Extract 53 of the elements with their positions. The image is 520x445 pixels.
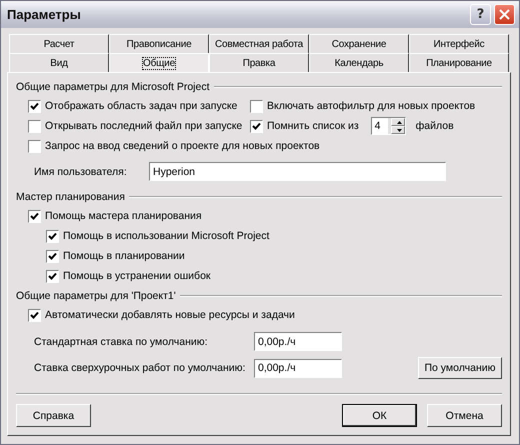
spin-field[interactable]: 4 bbox=[370, 117, 406, 135]
checkbox[interactable] bbox=[28, 100, 41, 112]
spin-up-button[interactable] bbox=[391, 118, 405, 126]
checkbox[interactable] bbox=[28, 120, 41, 132]
checkbox-label[interactable]: Запрос на ввод сведений о проекте для новых проектов bbox=[45, 140, 320, 152]
checkbox[interactable] bbox=[28, 308, 41, 322]
spin-down-button[interactable] bbox=[391, 126, 405, 134]
tab[interactable]: Расчет bbox=[9, 34, 109, 53]
tab[interactable]: Совместная работа bbox=[209, 34, 309, 53]
ok-button[interactable]: ОК bbox=[342, 404, 417, 427]
checkbox-label[interactable]: Отображать область задач при запуске bbox=[45, 100, 238, 112]
checkbox-label[interactable]: Помощь в планировании bbox=[63, 250, 185, 262]
checkbox[interactable] bbox=[28, 140, 41, 152]
checkbox[interactable] bbox=[46, 230, 59, 242]
tab[interactable]: Планирование bbox=[409, 53, 509, 72]
tab[interactable]: Календарь bbox=[309, 53, 409, 72]
help-button[interactable]: ? bbox=[470, 4, 491, 25]
tab[interactable]: Сохранение bbox=[309, 34, 409, 53]
section-title: Мастер планирования bbox=[16, 191, 125, 203]
checkbox-label[interactable]: Помощь в использовании Microsoft Project bbox=[63, 230, 270, 242]
close-icon bbox=[499, 9, 510, 20]
rate-field[interactable]: 0,00р./ч bbox=[254, 358, 342, 378]
checkbox-label[interactable]: Помощь мастера планирования bbox=[45, 210, 202, 222]
spin-suffix: файлов bbox=[416, 120, 454, 132]
default-button[interactable]: По умолчанию bbox=[418, 357, 502, 379]
checkbox[interactable] bbox=[28, 210, 41, 222]
section-title: Общие параметры для 'Проект1' bbox=[16, 290, 176, 302]
checkbox-label[interactable]: Помощь в устранении ошибок bbox=[63, 270, 210, 282]
checkbox[interactable] bbox=[46, 270, 59, 282]
field-label: Имя пользователя: bbox=[34, 166, 128, 178]
field-label: Стандартная ставка по умолчанию: bbox=[34, 336, 209, 348]
field-label: Ставка сверхурочных работ по умолчанию: bbox=[34, 362, 246, 374]
checkbox-label[interactable]: Включать автофильтр для новых проектов bbox=[267, 100, 476, 112]
down-arrow-icon bbox=[396, 128, 402, 132]
cancel-button[interactable]: Отмена bbox=[427, 404, 502, 427]
window-title: Параметры bbox=[7, 7, 82, 22]
checkbox-label[interactable]: Открывать последний файл при запуске bbox=[45, 120, 242, 132]
tab[interactable]: Вид bbox=[9, 53, 109, 72]
tab[interactable]: Правописание bbox=[109, 34, 209, 53]
tab[interactable]: Правка bbox=[209, 53, 309, 72]
tab[interactable]: Интерфейс bbox=[409, 34, 509, 53]
checkbox[interactable] bbox=[250, 120, 263, 132]
checkbox[interactable] bbox=[250, 100, 263, 112]
tab[interactable]: Общие bbox=[109, 53, 209, 72]
checkbox-label[interactable]: Помнить список из bbox=[267, 120, 359, 132]
up-arrow-icon bbox=[396, 120, 402, 124]
rate-field[interactable]: 0,00р./ч bbox=[254, 332, 342, 351]
close-button[interactable] bbox=[494, 4, 515, 25]
checkbox[interactable] bbox=[46, 250, 59, 262]
section-title: Общие параметры для Microsoft Project bbox=[16, 81, 210, 93]
checkbox-label[interactable]: Автоматически добавлять новые ресурсы и задачи bbox=[45, 309, 295, 321]
help-button[interactable]: Справка bbox=[16, 404, 91, 427]
user-name-field[interactable]: Hyperion bbox=[149, 162, 446, 181]
